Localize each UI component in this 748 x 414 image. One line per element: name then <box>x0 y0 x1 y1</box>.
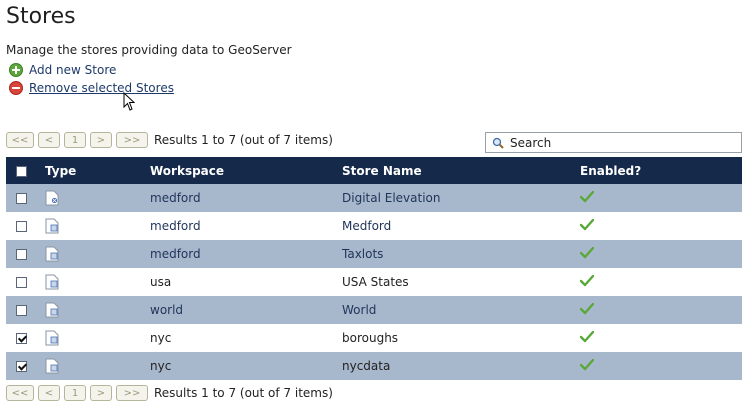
workspace-link[interactable]: world <box>150 296 342 324</box>
header-type[interactable]: Type <box>45 157 150 184</box>
store-name-link[interactable]: boroughs <box>342 324 580 352</box>
last-page-button[interactable]: >> <box>116 385 148 401</box>
row-checkbox[interactable] <box>16 249 27 260</box>
workspace-link[interactable]: medford <box>150 184 342 212</box>
enabled-check-icon <box>579 190 595 202</box>
table-row: usa USA States <box>6 268 742 296</box>
stores-table: Type Workspace Store Name Enabled? medfo… <box>6 157 742 380</box>
table-header-row: Type Workspace Store Name Enabled? <box>6 157 742 184</box>
page-description: Manage the stores providing data to GeoS… <box>6 43 292 57</box>
add-new-store-link[interactable]: Add new Store <box>9 63 116 77</box>
enabled-check-icon <box>579 358 595 370</box>
store-name-link[interactable]: Medford <box>342 212 580 240</box>
header-workspace[interactable]: Workspace <box>150 157 342 184</box>
first-page-button[interactable]: << <box>6 385 34 401</box>
remove-selected-stores-label: Remove selected Stores <box>29 81 174 95</box>
remove-icon <box>9 81 23 95</box>
row-checkbox[interactable] <box>16 305 27 316</box>
workspace-link[interactable]: nyc <box>150 324 342 352</box>
enabled-check-icon <box>579 274 595 286</box>
vector-store-icon <box>45 246 59 262</box>
table-row: nyc nycdata <box>6 352 742 380</box>
results-count: Results 1 to 7 (out of 7 items) <box>154 386 333 400</box>
store-name-link[interactable]: Taxlots <box>342 240 580 268</box>
row-checkbox[interactable] <box>16 193 27 204</box>
vector-store-icon <box>45 218 59 234</box>
vector-store-icon <box>45 274 59 290</box>
add-new-store-label: Add new Store <box>29 63 117 77</box>
pager-top: << < 1 > >> Results 1 to 7 (out of 7 ite… <box>6 132 333 148</box>
table-row: medford Taxlots <box>6 240 742 268</box>
vector-store-icon <box>45 302 59 318</box>
select-all-checkbox[interactable] <box>16 165 27 177</box>
first-page-button[interactable]: << <box>6 132 34 148</box>
workspace-link[interactable]: medford <box>150 240 342 268</box>
table-row: medford Medford <box>6 212 742 240</box>
add-icon <box>9 63 23 77</box>
vector-store-icon <box>45 330 59 346</box>
next-page-button[interactable]: > <box>90 132 112 148</box>
last-page-button[interactable]: >> <box>116 132 148 148</box>
row-checkbox[interactable] <box>16 277 27 288</box>
enabled-check-icon <box>579 302 595 314</box>
vector-store-icon <box>45 358 59 374</box>
search-input[interactable]: Search <box>485 132 742 153</box>
prev-page-button[interactable]: < <box>38 132 60 148</box>
workspace-link[interactable]: nyc <box>150 352 342 380</box>
enabled-check-icon <box>579 246 595 258</box>
pager-bottom: << < 1 > >> Results 1 to 7 (out of 7 ite… <box>6 385 333 401</box>
prev-page-button[interactable]: < <box>38 385 60 401</box>
page-1-button[interactable]: 1 <box>64 132 86 148</box>
row-checkbox[interactable] <box>16 333 27 344</box>
header-store-name[interactable]: Store Name <box>342 157 580 184</box>
row-checkbox[interactable] <box>16 221 27 232</box>
enabled-check-icon <box>579 330 595 342</box>
store-name-link[interactable]: USA States <box>342 268 580 296</box>
table-row: world World <box>6 296 742 324</box>
raster-store-icon <box>45 190 59 206</box>
page-1-button[interactable]: 1 <box>64 385 86 401</box>
store-name-link[interactable]: Digital Elevation <box>342 184 580 212</box>
store-name-link[interactable]: World <box>342 296 580 324</box>
search-label: Search <box>510 135 552 150</box>
table-row: nyc boroughs <box>6 324 742 352</box>
store-name-link[interactable]: nycdata <box>342 352 580 380</box>
header-enabled[interactable]: Enabled? <box>580 157 742 184</box>
table-row: medford Digital Elevation <box>6 184 742 212</box>
workspace-link[interactable]: usa <box>150 268 342 296</box>
search-icon <box>492 137 504 149</box>
workspace-link[interactable]: medford <box>150 212 342 240</box>
enabled-check-icon <box>579 218 595 230</box>
page-title: Stores <box>6 4 76 29</box>
row-checkbox[interactable] <box>16 361 27 372</box>
remove-selected-stores-link[interactable]: Remove selected Stores <box>9 81 174 95</box>
next-page-button[interactable]: > <box>90 385 112 401</box>
results-count: Results 1 to 7 (out of 7 items) <box>154 133 333 147</box>
mouse-cursor-icon <box>123 92 135 111</box>
